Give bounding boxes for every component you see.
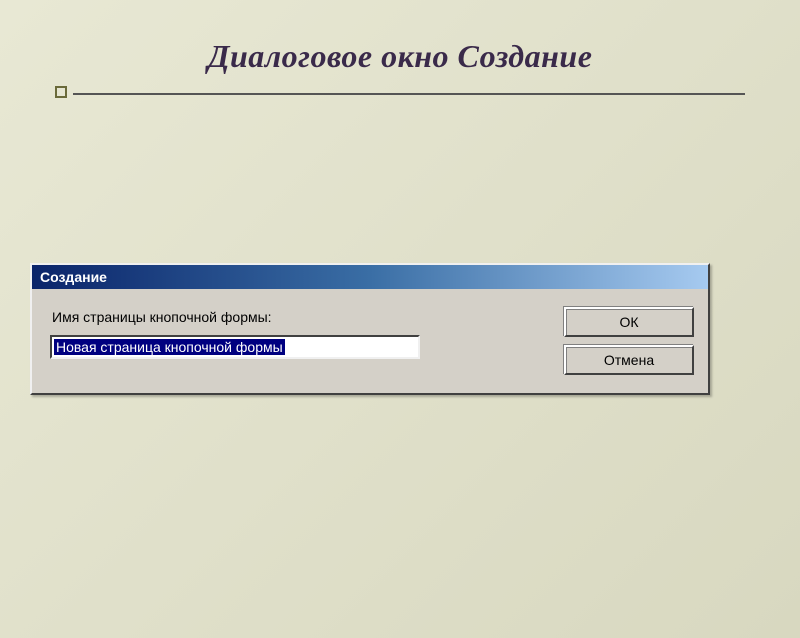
- divider-line: [73, 93, 745, 95]
- ok-button[interactable]: ОК: [564, 307, 694, 337]
- page-name-input[interactable]: Новая страница кнопочной формы: [50, 335, 420, 359]
- dialog-buttons: ОК Отмена: [564, 307, 694, 375]
- slide-title: Диалоговое окно Создание: [0, 38, 800, 75]
- dialog-left-column: Имя страницы кнопочной формы: Новая стра…: [50, 307, 534, 359]
- divider: [55, 93, 745, 95]
- dialog-titlebar[interactable]: Создание: [32, 265, 708, 289]
- dialog-window: Создание Имя страницы кнопочной формы: Н…: [30, 263, 710, 395]
- divider-bullet: [55, 86, 67, 98]
- field-label: Имя страницы кнопочной формы:: [50, 309, 534, 325]
- page-name-input-value: Новая страница кнопочной формы: [54, 339, 285, 355]
- cancel-button[interactable]: Отмена: [564, 345, 694, 375]
- dialog-body: Имя страницы кнопочной формы: Новая стра…: [32, 289, 708, 393]
